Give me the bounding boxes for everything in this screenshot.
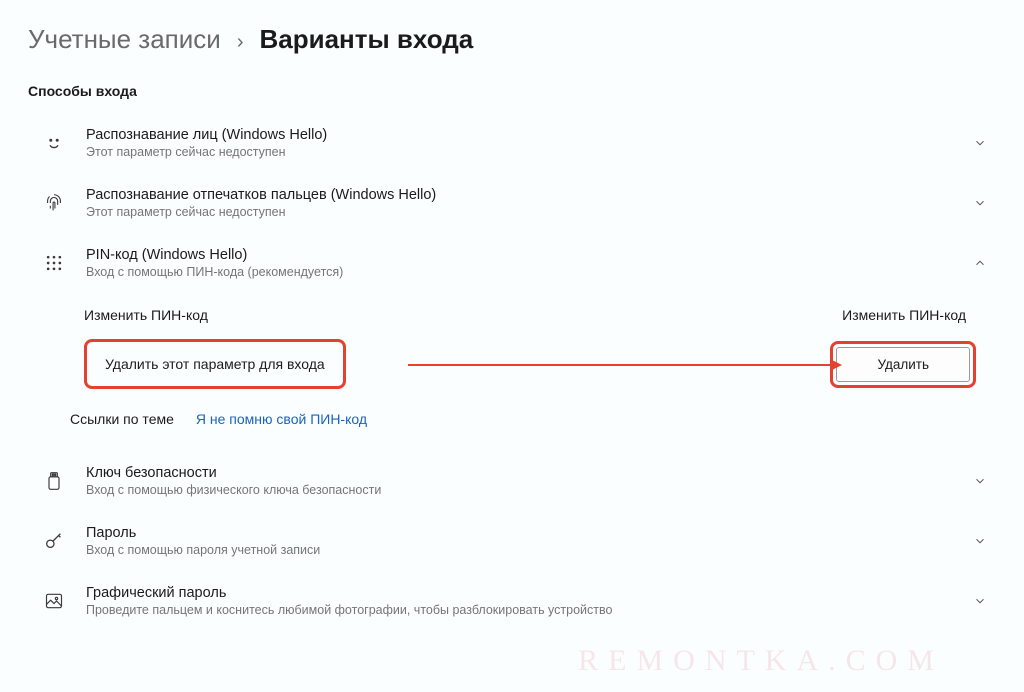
pin-expanded-section: Изменить ПИН-код Изменить ПИН-код Удалит… (28, 307, 996, 427)
chevron-down-icon (970, 133, 990, 153)
option-subtitle: Вход с помощью физического ключа безопас… (86, 483, 952, 497)
breadcrumb: Учетные записи › Варианты входа (28, 24, 996, 55)
related-links-label: Ссылки по теме (70, 411, 174, 427)
delete-button-highlight: Удалить (830, 341, 976, 388)
change-pin-label-right: Изменить ПИН-код (842, 307, 966, 323)
option-title: Распознавание лиц (Windows Hello) (86, 127, 952, 143)
option-subtitle: Этот параметр сейчас недоступен (86, 205, 952, 219)
breadcrumb-current: Варианты входа (259, 24, 473, 55)
chevron-down-icon (970, 591, 990, 611)
annotation-arrow (408, 364, 840, 366)
usb-key-icon (40, 467, 68, 495)
option-password[interactable]: Пароль Вход с помощью пароля учетной зап… (28, 515, 996, 575)
chevron-down-icon (970, 471, 990, 491)
key-icon (40, 527, 68, 555)
option-title: Пароль (86, 525, 952, 541)
option-title: Графический пароль (86, 585, 952, 601)
option-face-recognition[interactable]: Распознавание лиц (Windows Hello) Этот п… (28, 117, 996, 177)
breadcrumb-parent[interactable]: Учетные записи (28, 24, 221, 55)
chevron-down-icon (970, 531, 990, 551)
option-title: PIN-код (Windows Hello) (86, 247, 952, 263)
forgot-pin-link[interactable]: Я не помню свой ПИН-код (196, 411, 367, 427)
fingerprint-icon (40, 189, 68, 217)
face-icon (40, 129, 68, 157)
option-title: Ключ безопасности (86, 465, 952, 481)
delete-button[interactable]: Удалить (836, 347, 970, 382)
option-title: Распознавание отпечатков пальцев (Window… (86, 187, 952, 203)
option-subtitle: Вход с помощью пароля учетной записи (86, 543, 952, 557)
option-subtitle: Этот параметр сейчас недоступен (86, 145, 952, 159)
keypad-icon (40, 249, 68, 277)
option-subtitle: Вход с помощью ПИН-кода (рекомендуется) (86, 265, 952, 279)
option-picture-password[interactable]: Графический пароль Проведите пальцем и к… (28, 575, 996, 635)
watermark: REMONTKA.COM (578, 644, 944, 678)
chevron-down-icon (970, 193, 990, 213)
section-title: Способы входа (28, 83, 996, 99)
option-subtitle: Проведите пальцем и коснитесь любимой фо… (86, 603, 952, 617)
option-fingerprint[interactable]: Распознавание отпечатков пальцев (Window… (28, 177, 996, 237)
remove-signin-option-label: Удалить этот параметр для входа (105, 356, 325, 372)
picture-icon (40, 587, 68, 615)
option-pin[interactable]: PIN-код (Windows Hello) Вход с помощью П… (28, 237, 996, 297)
chevron-up-icon (970, 253, 990, 273)
breadcrumb-separator: › (237, 31, 244, 54)
option-security-key[interactable]: Ключ безопасности Вход с помощью физичес… (28, 455, 996, 515)
remove-signin-option-highlight: Удалить этот параметр для входа (84, 339, 346, 389)
change-pin-label-left: Изменить ПИН-код (84, 307, 208, 323)
